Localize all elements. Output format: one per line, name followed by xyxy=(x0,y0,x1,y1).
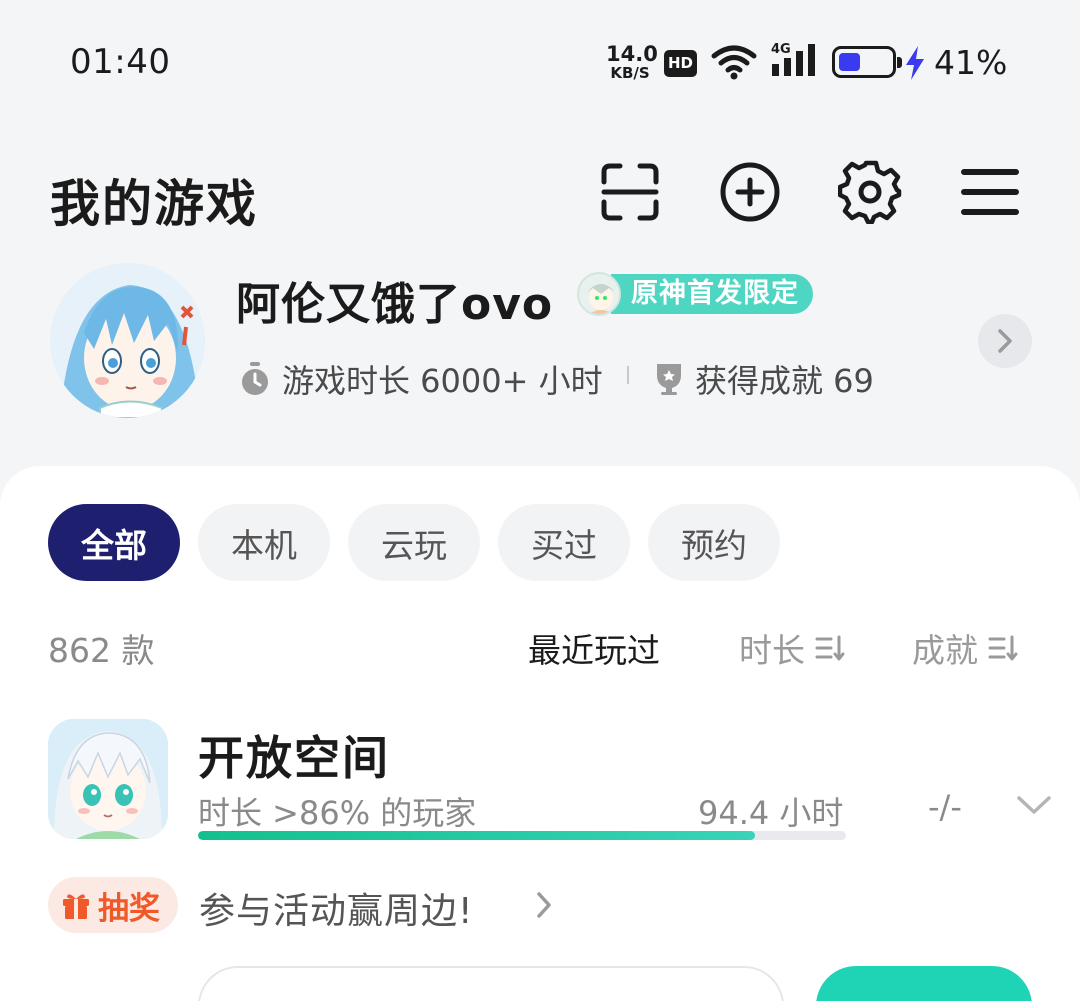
signal-icon xyxy=(772,44,815,76)
game-achievements: -/- xyxy=(928,788,962,826)
achievement-stat: 获得成就 69 xyxy=(653,356,874,402)
hd-badge: HD xyxy=(664,50,697,77)
wifi-icon xyxy=(711,45,757,80)
sort-recent-label: 最近玩过 xyxy=(528,631,660,670)
sort-duration[interactable]: 时长 xyxy=(739,624,845,672)
badge-character-icon xyxy=(577,272,621,316)
tab-local[interactable]: 本机 xyxy=(198,504,330,581)
username: 阿伦又饿了ovo xyxy=(236,279,554,330)
stat-divider xyxy=(627,366,629,384)
charging-bolt-icon xyxy=(906,46,924,80)
scan-icon xyxy=(601,163,659,221)
sort-recent[interactable]: 最近玩过 xyxy=(528,624,660,672)
game-title[interactable]: 开放空间 xyxy=(198,722,390,788)
tab-cloud[interactable]: 云玩 xyxy=(348,504,480,581)
chevron-right-icon xyxy=(998,329,1012,353)
sort-icon xyxy=(988,635,1018,661)
tab-purchased[interactable]: 买过 xyxy=(498,504,630,581)
network-speed-value: 14.0 xyxy=(606,42,658,66)
add-button[interactable] xyxy=(718,160,782,224)
game-count: 862 款 xyxy=(48,631,155,670)
status-time: 01:40 xyxy=(70,42,171,82)
lottery-arrow[interactable] xyxy=(533,890,555,924)
menu-icon xyxy=(961,169,1019,215)
menu-button[interactable] xyxy=(958,160,1022,224)
battery-icon xyxy=(832,46,902,78)
network-speed: 14.0 KB/S xyxy=(606,42,658,82)
game-icon[interactable] xyxy=(48,719,168,839)
stopwatch-icon xyxy=(242,362,268,395)
sort-icon xyxy=(815,635,845,661)
gear-icon xyxy=(838,160,902,224)
lottery-badge-label: 抽奖 xyxy=(98,890,160,927)
tab-reserved[interactable]: 预约 xyxy=(648,504,780,581)
game-actions-bar[interactable] xyxy=(198,966,784,1001)
expand-button[interactable] xyxy=(1016,794,1052,820)
profile-badge[interactable]: 原神首发限定 xyxy=(577,272,813,316)
open-game-button[interactable] xyxy=(816,966,1032,1001)
battery-fill xyxy=(839,53,860,71)
page-title: 我的游戏 xyxy=(50,175,258,233)
lottery-badge[interactable]: 抽奖 xyxy=(48,877,178,933)
trophy-icon xyxy=(657,364,681,395)
sort-achievement-label: 成就 xyxy=(912,631,978,670)
network-speed-unit: KB/S xyxy=(610,64,650,82)
sort-duration-label: 时长 xyxy=(739,631,805,670)
gift-icon xyxy=(63,894,89,919)
game-hours: 94.4 小时 xyxy=(698,794,844,832)
play-time-label: 游戏时长 6000+ 小时 xyxy=(282,362,603,400)
avatar-illustration xyxy=(50,263,205,418)
chevron-right-icon xyxy=(537,892,551,918)
game-character-icon xyxy=(48,719,168,839)
badge-label: 原神首发限定 xyxy=(611,274,813,314)
sort-achievement[interactable]: 成就 xyxy=(912,624,1018,672)
add-circle-icon xyxy=(720,162,780,222)
chevron-down-icon xyxy=(1017,796,1051,814)
settings-button[interactable] xyxy=(838,160,902,224)
avatar[interactable] xyxy=(50,263,205,418)
playtime-progress-bar xyxy=(198,831,846,840)
play-time-stat: 游戏时长 6000+ 小时 xyxy=(238,356,603,402)
tab-all[interactable]: 全部 xyxy=(48,504,180,581)
lottery-text[interactable]: 参与活动赢周边! xyxy=(199,882,473,934)
status-bar: 01:40 14.0 KB/S HD 4G 41% xyxy=(0,0,1080,125)
achievements-label: 获得成就 69 xyxy=(695,362,874,400)
game-percentile: 时长 >86% 的玩家 xyxy=(198,794,477,832)
battery-percent: 41% xyxy=(934,43,1008,82)
scan-button[interactable] xyxy=(598,160,662,224)
profile-detail-button[interactable] xyxy=(978,314,1032,368)
playtime-progress-fill xyxy=(198,831,756,840)
